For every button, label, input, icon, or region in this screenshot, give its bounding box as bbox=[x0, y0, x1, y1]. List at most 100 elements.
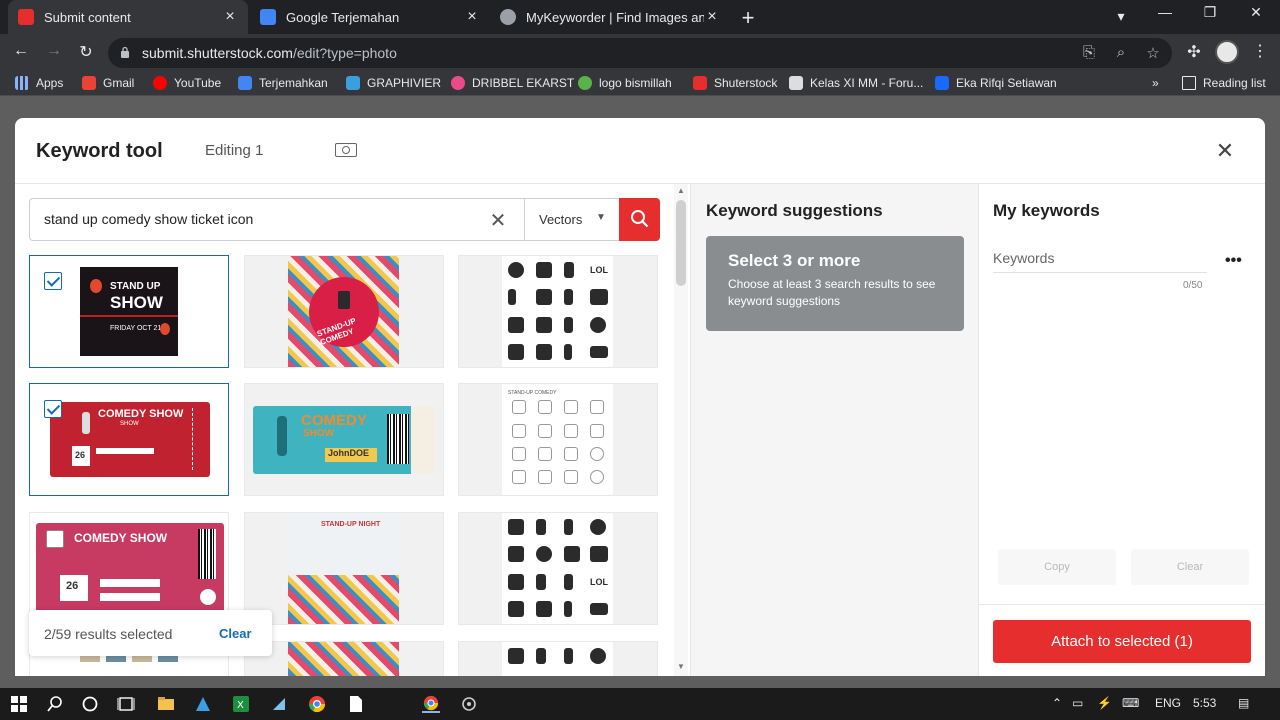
scrollbar-thumb[interactable] bbox=[676, 200, 686, 286]
bookmark-kelas[interactable]: Kelas XI MM - Foru... bbox=[789, 76, 923, 90]
restore-icon[interactable]: ❐ bbox=[1200, 4, 1220, 21]
search-button[interactable] bbox=[619, 198, 660, 241]
bookmark-eka[interactable]: Eka Rifqi Setiawan bbox=[935, 76, 1057, 90]
tab-close-icon[interactable]: × bbox=[222, 8, 238, 26]
bookmark-gmail[interactable]: Gmail bbox=[82, 76, 134, 90]
translate-icon[interactable]: ⎘ bbox=[1080, 44, 1098, 61]
forward-icon[interactable]: → bbox=[43, 42, 65, 60]
task-view-icon[interactable] bbox=[117, 695, 135, 713]
settings-icon[interactable] bbox=[460, 695, 478, 713]
result-thumb-standup-comedy-pattern[interactable]: STAND-UP COMEDY bbox=[244, 255, 444, 368]
more-options-icon[interactable]: ••• bbox=[1225, 252, 1242, 270]
clear-keywords-button[interactable]: Clear bbox=[1131, 549, 1249, 585]
bookmark-apps[interactable]: Apps bbox=[15, 76, 63, 90]
tab-google-terjemahan[interactable]: Google Terjemahan × bbox=[250, 0, 490, 34]
bookmark-dribbel[interactable]: DRIBBEL EKARST bbox=[451, 76, 574, 90]
drawing-app-icon[interactable] bbox=[270, 695, 288, 713]
clear-search-icon[interactable]: ✕ bbox=[488, 208, 508, 233]
app-icon[interactable] bbox=[194, 695, 212, 713]
keyboard-icon[interactable]: ⌨ bbox=[1122, 696, 1139, 710]
battery-icon[interactable]: ▭ bbox=[1072, 696, 1083, 710]
select-checkbox[interactable] bbox=[46, 530, 64, 548]
result-thumb-standup-night[interactable]: STAND-UP NIGHT bbox=[244, 512, 444, 625]
image-preview-icon[interactable] bbox=[335, 143, 357, 157]
scroll-up-icon[interactable]: ▲ bbox=[677, 186, 685, 195]
result-thumb-pink-ticket[interactable]: COMEDY SHOW 26 bbox=[29, 512, 229, 625]
bookmark-star-icon[interactable]: ☆ bbox=[1144, 44, 1162, 62]
search-icon[interactable] bbox=[46, 695, 64, 713]
chrome-menu-icon[interactable]: ⋮ bbox=[1252, 41, 1268, 61]
chrome-icon[interactable] bbox=[308, 695, 326, 713]
excel-icon[interactable]: X bbox=[232, 695, 250, 713]
extensions-icon[interactable]: ✣ bbox=[1183, 42, 1205, 62]
show-hidden-icons-icon[interactable]: ⌃ bbox=[1052, 696, 1062, 710]
tab-mykeyworder[interactable]: MyKeyworder | Find Images and × bbox=[490, 0, 730, 34]
thumb-text: SHOW bbox=[110, 293, 163, 312]
clock[interactable]: 5:53 bbox=[1193, 696, 1216, 710]
media-type-select[interactable]: Vectors bbox=[539, 212, 582, 227]
windows-start-icon[interactable] bbox=[10, 695, 28, 713]
copy-button[interactable]: Copy bbox=[998, 549, 1116, 585]
bookmark-youtube[interactable]: YouTube bbox=[153, 76, 221, 90]
result-thumb-partial-3[interactable] bbox=[458, 641, 658, 676]
thumb-text: COMEDY bbox=[301, 412, 367, 429]
chevron-down-icon[interactable]: ▼ bbox=[596, 212, 606, 223]
notifications-icon[interactable]: ▤ bbox=[1238, 696, 1249, 710]
suggestions-heading: Keyword suggestions bbox=[706, 201, 883, 220]
keywords-input[interactable]: Keywords bbox=[993, 250, 1207, 273]
result-thumb-teal-ticket[interactable]: COMEDY SHOW JohnDOE bbox=[244, 383, 444, 496]
result-thumb-red-ticket[interactable]: COMEDY SHOW SHOW 26 bbox=[29, 383, 229, 496]
tab-search-icon[interactable]: ▾ bbox=[1111, 8, 1131, 25]
clear-selection-button[interactable]: Clear bbox=[219, 626, 252, 641]
window-close-icon[interactable]: ✕ bbox=[1246, 4, 1266, 21]
chrome-active-icon[interactable] bbox=[422, 695, 440, 713]
select-checkbox[interactable] bbox=[44, 272, 62, 290]
file-explorer-icon[interactable] bbox=[157, 695, 175, 713]
language-indicator[interactable]: ENG bbox=[1155, 696, 1181, 710]
network-icon[interactable]: ⚡ bbox=[1097, 696, 1112, 710]
search-input[interactable]: stand up comedy show ticket icon bbox=[44, 211, 253, 227]
bookmark-logo-bismillah[interactable]: logo bismillah bbox=[578, 76, 672, 90]
date-box: 26 bbox=[60, 575, 88, 601]
bookmark-graphivier[interactable]: GRAPHIVIER bbox=[346, 76, 441, 90]
stage-icon bbox=[508, 648, 524, 664]
minimize-icon[interactable]: — bbox=[1155, 4, 1175, 20]
select-checkbox[interactable] bbox=[44, 400, 62, 418]
microphone-icon bbox=[536, 519, 546, 535]
tab-title: Submit content bbox=[44, 9, 131, 25]
tab-close-icon[interactable]: × bbox=[704, 8, 720, 26]
info-line bbox=[96, 448, 154, 454]
result-thumb-partial-2[interactable] bbox=[244, 641, 444, 676]
badge-disc: STAND-UP COMEDY bbox=[309, 277, 379, 347]
browser-tab-strip: Submit content × Google Terjemahan × MyK… bbox=[0, 0, 1280, 34]
tab-close-icon[interactable]: × bbox=[464, 8, 480, 26]
bookmarks-overflow-icon[interactable]: » bbox=[1152, 76, 1159, 90]
cortana-icon[interactable] bbox=[81, 695, 99, 713]
close-modal-icon[interactable]: ✕ bbox=[1213, 138, 1237, 164]
new-tab-icon[interactable]: + bbox=[738, 5, 758, 31]
result-thumb-comedy-icons[interactable]: LOL bbox=[458, 255, 658, 368]
back-icon[interactable]: ← bbox=[10, 42, 32, 60]
reading-list-icon bbox=[1182, 76, 1196, 90]
page-backdrop: Keyword tool Editing 1 ✕ stand up comedy… bbox=[0, 96, 1280, 688]
tab-submit-content[interactable]: Submit content × bbox=[8, 0, 248, 34]
zoom-icon[interactable]: ⌕ bbox=[1112, 44, 1130, 61]
bookmark-shuterstock[interactable]: Shuterstock bbox=[693, 76, 777, 90]
barcode-icon bbox=[387, 414, 409, 464]
result-thumb-outline-icons[interactable]: STAND-UP COMEDY bbox=[458, 383, 658, 496]
my-keywords-heading: My keywords bbox=[993, 201, 1100, 220]
reading-list[interactable]: Reading list bbox=[1182, 76, 1266, 90]
bookmark-terjemahkan[interactable]: Terjemahkan bbox=[238, 76, 328, 90]
thumb-text: 26 bbox=[75, 450, 86, 460]
url-text: submit.shutterstock.com/edit?type=photo bbox=[142, 45, 397, 61]
profile-avatar[interactable] bbox=[1215, 40, 1239, 64]
scroll-down-icon[interactable]: ▼ bbox=[677, 662, 685, 671]
result-thumb-standup-show[interactable]: STAND UP SHOW FRIDAY OCT 21 bbox=[29, 255, 229, 368]
result-thumb-comedy-icons-2[interactable]: LOL bbox=[458, 512, 658, 625]
document-icon[interactable] bbox=[347, 695, 365, 713]
reload-icon[interactable]: ↻ bbox=[75, 42, 97, 62]
outline-icon bbox=[590, 447, 604, 461]
attach-to-selected-button[interactable]: Attach to selected (1) bbox=[993, 620, 1251, 663]
address-bar[interactable]: submit.shutterstock.com/edit?type=photo … bbox=[108, 38, 1172, 68]
results-scrollbar[interactable]: ▲ ▼ bbox=[674, 184, 688, 676]
